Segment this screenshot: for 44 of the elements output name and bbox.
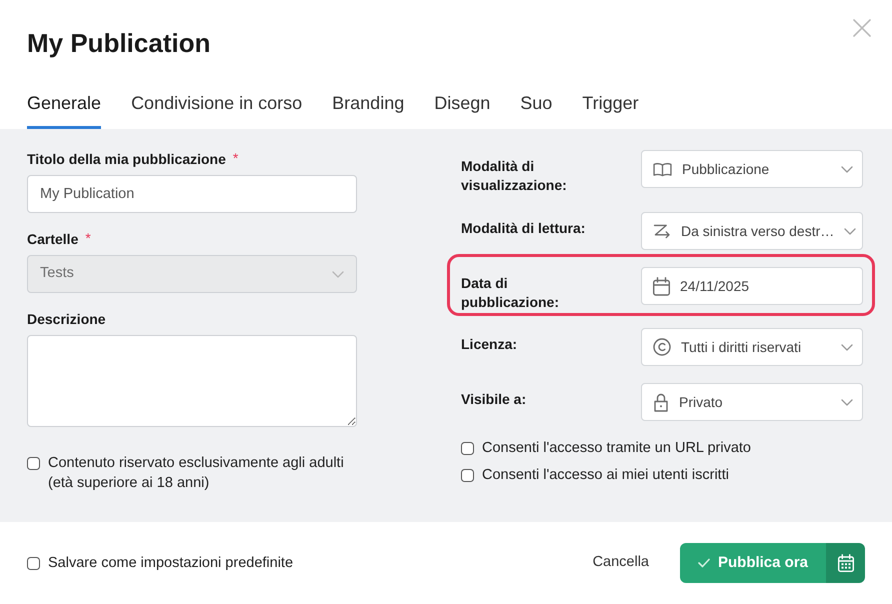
chevron-down-icon xyxy=(332,270,344,278)
tab[interactable]: Condivisione in corso xyxy=(131,92,302,129)
dropdown[interactable]: Da sinistra verso destr… xyxy=(641,212,863,250)
zigzag-arrow-icon xyxy=(653,224,671,238)
tab[interactable]: Suo xyxy=(520,92,552,129)
lock-icon xyxy=(653,392,669,412)
chevron-down-icon xyxy=(844,228,856,234)
chevron-down-icon xyxy=(841,344,853,350)
checkbox-label: Consenti l'accesso ai miei utenti iscritti xyxy=(482,466,729,485)
text-input[interactable]: My Publication xyxy=(27,175,357,213)
field-label: Modalità di lettura: xyxy=(461,219,586,238)
checkbox[interactable] xyxy=(27,457,40,470)
copyright-icon xyxy=(653,338,671,356)
calendar-icon xyxy=(653,276,670,296)
checkbox-label: Contenuto riservato esclusivamente agli adulti (età superiore ai 18 anni) xyxy=(48,454,345,493)
dialog-title: My Publication xyxy=(27,27,210,60)
dropdown[interactable]: Privato xyxy=(641,383,863,421)
tab[interactable]: Disegn xyxy=(434,92,490,129)
checkbox[interactable] xyxy=(461,442,474,455)
required-mark: * xyxy=(232,149,238,167)
field-label: Cartelle xyxy=(27,230,78,249)
dropdown[interactable]: Tutti i diritti riservati xyxy=(641,328,863,366)
dropdown[interactable]: Pubblicazione xyxy=(641,150,863,188)
cancel-button[interactable]: Cancella xyxy=(592,552,649,574)
field-label: Visibile a: xyxy=(461,390,528,409)
tab[interactable]: Trigger xyxy=(582,92,639,129)
field-label: Titolo della mia pubblicazione xyxy=(27,150,226,169)
checkbox[interactable] xyxy=(27,557,40,570)
checkbox-label: Consenti l'accesso tramite un URL privato xyxy=(482,439,751,458)
checkbox-label: Salvare come impostazioni predefinite xyxy=(48,554,294,573)
tab[interactable]: Branding xyxy=(332,92,404,129)
chevron-down-icon xyxy=(841,166,853,172)
field-label: Data di pubblicazione: xyxy=(461,274,560,312)
calendar-icon xyxy=(838,554,854,572)
schedule-button[interactable] xyxy=(826,543,865,583)
book-icon xyxy=(653,162,672,176)
field-label: Modalità di visualizzazione: xyxy=(461,157,568,195)
field-label: Licenza: xyxy=(461,335,518,354)
check-icon xyxy=(698,558,710,568)
checkbox[interactable] xyxy=(461,469,474,482)
date-field[interactable]: 24/11/2025 xyxy=(641,267,863,305)
required-mark: * xyxy=(85,229,91,247)
chevron-down-icon xyxy=(841,398,853,406)
field-label: Descrizione xyxy=(27,310,106,329)
